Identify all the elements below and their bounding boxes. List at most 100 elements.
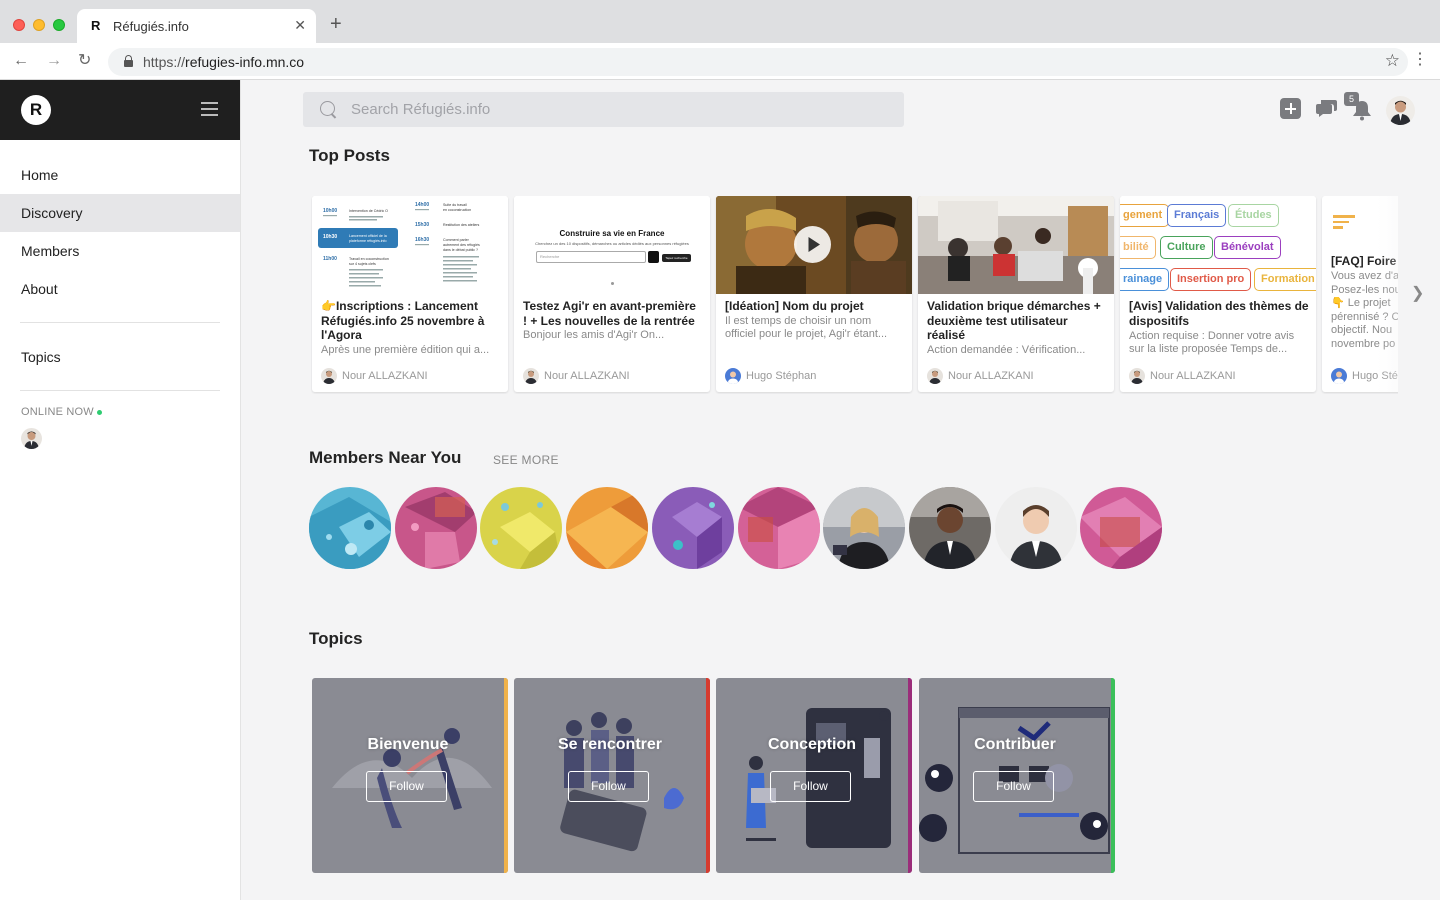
tag-insertion-pro: Insertion pro <box>1170 268 1252 291</box>
online-member-avatar[interactable] <box>21 428 42 449</box>
tab-close-icon[interactable]: ✕ <box>294 17 306 34</box>
svg-text:16h30: 16h30 <box>415 237 429 243</box>
post-card[interactable]: Construire sa vie en France Cherchez un … <box>514 196 710 392</box>
members-near-you-title: Members Near You <box>309 448 462 467</box>
member-avatar[interactable] <box>309 487 391 569</box>
topic-name: Bienvenue <box>367 736 449 753</box>
tag-logement: gement <box>1120 204 1170 227</box>
post-excerpt: Bonjour les amis d'Agi'r On... <box>523 329 665 341</box>
post-title: Testez Agi'r en avant-première ! + Les n… <box>523 299 696 328</box>
favicon-icon: R <box>91 18 101 33</box>
post-thumbnail <box>918 196 1114 294</box>
new-tab-icon[interactable]: + <box>330 14 342 34</box>
sidebar-item-about[interactable]: About <box>0 270 240 308</box>
post-title: 👉Inscriptions : Lancement Réfugiés.info … <box>321 299 485 342</box>
thumbnail-subtitle: Cherchez un des 10 dispositifs, démarche… <box>535 241 689 246</box>
author-avatar <box>1331 368 1347 385</box>
sidebar-nav: Home Discovery Members About Topics ONLI… <box>0 156 240 449</box>
post-card[interactable]: gement Français Études bilité Culture Bé… <box>1120 196 1316 392</box>
post-thumbnail: 10h00 10h30 11h00 14h00 15h30 16h30 Interven… <box>312 196 508 294</box>
member-avatar[interactable] <box>909 487 991 569</box>
post-card[interactable]: [Idéation] Nom du projet Il est temps de… <box>716 196 912 392</box>
svg-text:Travail en coconstruction: Travail en coconstruction <box>349 257 389 261</box>
post-thumbnail <box>716 196 912 294</box>
post-card[interactable]: 10h00 10h30 11h00 14h00 15h30 16h30 Interven… <box>312 196 508 392</box>
tag-culture: Culture <box>1160 236 1213 259</box>
follow-button[interactable]: Follow <box>973 771 1054 802</box>
author-avatar <box>927 368 943 385</box>
topics-section-title: Topics <box>309 629 363 648</box>
search-input[interactable] <box>351 92 891 127</box>
logo[interactable]: R <box>21 95 51 125</box>
post-excerpt: Il est temps de choisir un nom <box>725 315 872 327</box>
sidebar-item-members[interactable]: Members <box>0 232 240 270</box>
post-author[interactable]: Nour ALLAZKANI <box>321 368 428 385</box>
chevron-right-icon[interactable]: ❯ <box>1411 283 1424 303</box>
notification-badge: 5 <box>1344 92 1359 106</box>
post-author[interactable]: Hugo Stéphan <box>725 368 816 385</box>
hamburger-icon[interactable] <box>201 102 218 116</box>
member-avatar[interactable] <box>395 487 477 569</box>
post-title: [Avis] Validation des thèmes de disposit… <box>1129 299 1309 328</box>
thumbnail-search-button <box>648 251 659 263</box>
svg-text:10h30: 10h30 <box>323 234 337 240</box>
post-author[interactable]: Nour ALLAZKANI <box>927 368 1034 385</box>
member-avatar[interactable] <box>566 487 648 569</box>
browser-menu-icon[interactable]: ⋮ <box>1412 52 1428 68</box>
maximize-window-button[interactable] <box>53 19 65 31</box>
play-icon[interactable] <box>794 226 831 263</box>
back-arrow-icon[interactable]: ← <box>13 51 29 71</box>
sidebar-item-home[interactable]: Home <box>0 156 240 194</box>
svg-text:Comment parler: Comment parler <box>443 238 470 242</box>
post-title: [Idéation] Nom du projet <box>725 299 864 313</box>
tag-etudes: Études <box>1228 204 1279 227</box>
follow-button[interactable]: Follow <box>770 771 851 802</box>
lock-icon <box>124 55 133 67</box>
topic-name: Se rencontrer <box>557 736 663 753</box>
thumbnail-dot <box>611 282 614 285</box>
post-author[interactable]: Nour ALLAZKANI <box>1129 368 1236 385</box>
address-bar[interactable]: https://refugies-info.mn.co ☆ <box>108 48 1408 76</box>
search-bar[interactable] <box>303 92 904 127</box>
topic-card-se-rencontrer[interactable]: Se rencontrer Follow <box>514 678 710 873</box>
svg-text:15h30: 15h30 <box>415 222 429 228</box>
svg-text:Lancement officiel de la: Lancement officiel de la <box>349 234 387 238</box>
post-excerpt: Action demandée : Vérification... <box>927 344 1086 356</box>
topic-accent-bar <box>706 678 710 873</box>
member-avatar[interactable] <box>995 487 1077 569</box>
topic-accent-bar <box>908 678 912 873</box>
svg-text:dans le débat public ?: dans le débat public ? <box>443 248 478 252</box>
sidebar-item-topics[interactable]: Topics <box>0 338 240 376</box>
author-avatar <box>321 368 337 385</box>
browser-tab[interactable]: R Réfugiés.info ✕ <box>77 9 316 43</box>
member-avatar[interactable] <box>1080 487 1162 569</box>
plus-icon[interactable] <box>1280 98 1301 119</box>
forward-arrow-icon[interactable]: → <box>46 51 62 71</box>
member-avatar[interactable] <box>652 487 734 569</box>
tag-formation: Formation <box>1254 268 1316 291</box>
user-avatar[interactable] <box>1386 96 1415 125</box>
post-thumbnail: gement Français Études bilité Culture Bé… <box>1120 196 1316 294</box>
post-card[interactable]: Validation brique démarches + deuxième t… <box>918 196 1114 392</box>
topic-card-bienvenue[interactable]: Bienvenue Follow <box>312 678 508 873</box>
member-avatar[interactable] <box>480 487 562 569</box>
url-text: https://refugies-info.mn.co <box>143 54 305 70</box>
member-avatar[interactable] <box>738 487 820 569</box>
member-avatar[interactable] <box>823 487 905 569</box>
chat-icon[interactable] <box>1316 98 1338 118</box>
svg-text:en coconstruction: en coconstruction <box>443 208 471 212</box>
post-card[interactable]: [FAQ] Foire aux qu Vous avez d'a Posez-l… <box>1322 196 1398 392</box>
topic-card-contribuer[interactable]: Contribuer Follow <box>919 678 1115 873</box>
follow-button[interactable]: Follow <box>568 771 649 802</box>
post-author[interactable]: Nour ALLAZKANI <box>523 368 630 385</box>
reload-icon[interactable]: ↻ <box>78 51 91 71</box>
topic-card-conception[interactable]: Conception Follow <box>716 678 912 873</box>
bookmark-star-icon[interactable]: ☆ <box>1385 51 1400 71</box>
close-window-button[interactable] <box>13 19 25 31</box>
follow-button[interactable]: Follow <box>366 771 447 802</box>
sidebar-item-discovery[interactable]: Discovery <box>0 194 240 232</box>
minimize-window-button[interactable] <box>33 19 45 31</box>
see-more-link[interactable]: SEE MORE <box>493 453 559 467</box>
topic-accent-bar <box>1111 678 1115 873</box>
post-excerpt: officiel pour le projet, Agi'r étant... <box>725 328 888 340</box>
